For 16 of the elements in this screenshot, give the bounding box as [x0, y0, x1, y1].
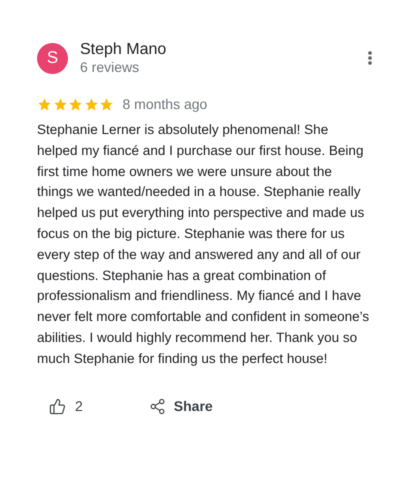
- review-count: 6 reviews: [80, 59, 140, 76]
- more-options-icon: [368, 51, 372, 65]
- star-icon: [37, 97, 52, 112]
- like-button[interactable]: 2: [49, 396, 83, 417]
- review-time: 8 months ago: [122, 95, 208, 114]
- more-options-button[interactable]: [368, 51, 372, 65]
- author-name[interactable]: Steph Mano: [80, 40, 166, 59]
- share-icon: [148, 398, 166, 415]
- star-icon: [99, 97, 114, 112]
- thumbs-up-icon: [49, 398, 66, 415]
- share-button[interactable]: Share: [148, 396, 213, 417]
- avatar: S: [37, 42, 68, 74]
- star-icon: [68, 97, 83, 112]
- star-icon: [52, 97, 68, 112]
- review-text: Stephanie Lerner is absolutely phenomenal! She helped my fiancé and I purchase our first house. Being first time home owners we were unsure about the things we wanted/needed in a house. Stephanie really helped us put everything into perspective and made us focus on the big picture. Stephanie was there for us every step of the way and answered any and all of our questions. Stephanie has a great combination of professionalism and friendliness. My fiancé and I have never felt more comfortable and confident in someone’s abilities. I would highly recommend her. Thank you so much Stephanie for finding us the perfect house!: [37, 121, 370, 368]
- star-icon: [84, 97, 98, 112]
